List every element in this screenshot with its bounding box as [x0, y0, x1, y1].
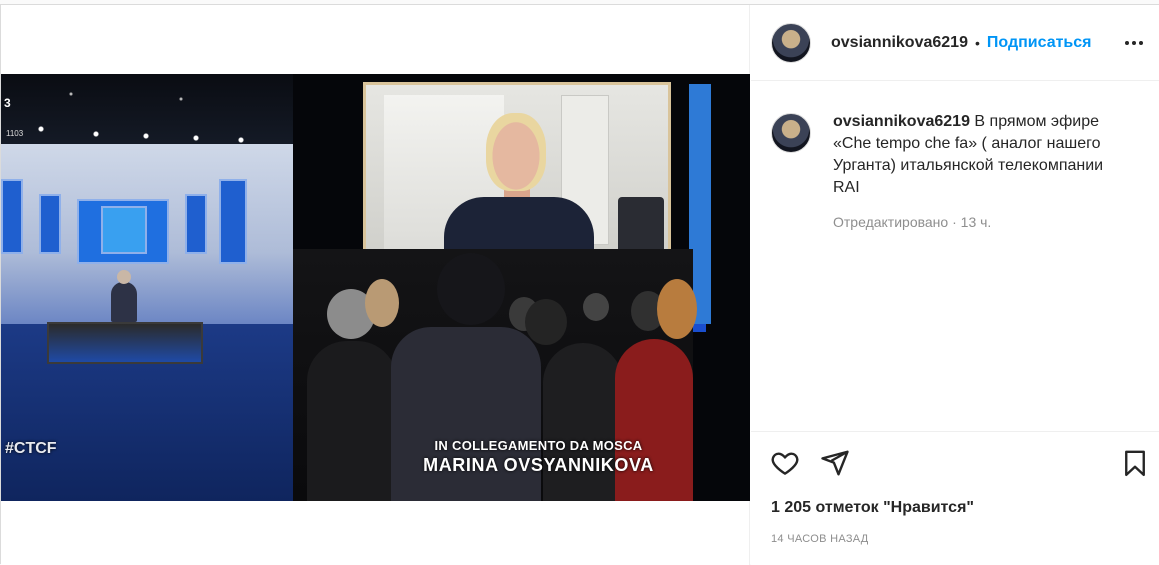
caption-body: ovsiannikova6219 В прямом эфире «Che tem…	[833, 111, 1133, 231]
bookmark-icon	[1125, 450, 1145, 477]
username-link[interactable]: ovsiannikova6219	[831, 34, 968, 52]
channel-number: 3	[4, 96, 11, 110]
tv-studio-scene	[1, 74, 293, 501]
more-options-button[interactable]	[1122, 31, 1146, 61]
tv-caption-line1: IN COLLEGAMENTO DA MOSCA	[434, 438, 643, 453]
header-separator: •	[974, 34, 980, 51]
edited-time[interactable]: 13 ч.	[961, 214, 992, 230]
post-photo[interactable]: 3 1103 #CTCF IN COLLEGAMENTO DA MOSCA MA…	[1, 74, 750, 501]
ellipsis-icon	[1125, 41, 1143, 45]
follow-button[interactable]: Подписаться	[987, 34, 1092, 52]
like-button[interactable]	[770, 448, 800, 478]
studio-backdrop	[1, 144, 293, 324]
video-link-screen	[363, 82, 671, 267]
edited-label: Отредактировано	[833, 214, 949, 230]
tv-caption: IN COLLEGAMENTO DA MOSCA MARINA OVSYANNI…	[411, 438, 666, 476]
caption-avatar[interactable]	[771, 113, 811, 153]
caption-meta: Отредактировано · 13 ч.	[833, 213, 1133, 231]
studio-ceiling-lights	[1, 74, 293, 144]
post-media: 3 1103 #CTCF IN COLLEGAMENTO DA MOSCA MA…	[1, 5, 750, 565]
studio-host	[111, 270, 137, 322]
tv-caption-line2: MARINA OVSYANNIKOVA	[423, 455, 654, 475]
caption-username-link[interactable]: ovsiannikova6219	[833, 113, 970, 130]
action-bar	[751, 431, 1159, 491]
save-button[interactable]	[1120, 448, 1150, 478]
post-sidebar: ovsiannikova6219 • Подписаться ovsiannik…	[751, 5, 1159, 565]
post-header: ovsiannikova6219 • Подписаться	[751, 5, 1159, 81]
post-timestamp[interactable]: 14 ЧАСОВ НАЗАД	[771, 533, 869, 545]
meta-separator: ·	[948, 214, 961, 230]
likes-count[interactable]: 1 205 отметок "Нравится"	[771, 499, 974, 517]
show-hashtag: #CTCF	[5, 440, 57, 457]
post-frame: 3 1103 #CTCF IN COLLEGAMENTO DA MOSCA MA…	[0, 4, 1159, 565]
avatar[interactable]	[771, 22, 811, 63]
share-button[interactable]	[820, 448, 850, 478]
heart-icon	[771, 452, 799, 475]
guest-head	[486, 113, 546, 191]
studio-desk	[47, 322, 203, 364]
channel-code: 1103	[6, 129, 24, 138]
post-caption: ovsiannikova6219 В прямом эфире «Che tem…	[771, 111, 1151, 231]
paper-plane-icon	[821, 450, 849, 476]
